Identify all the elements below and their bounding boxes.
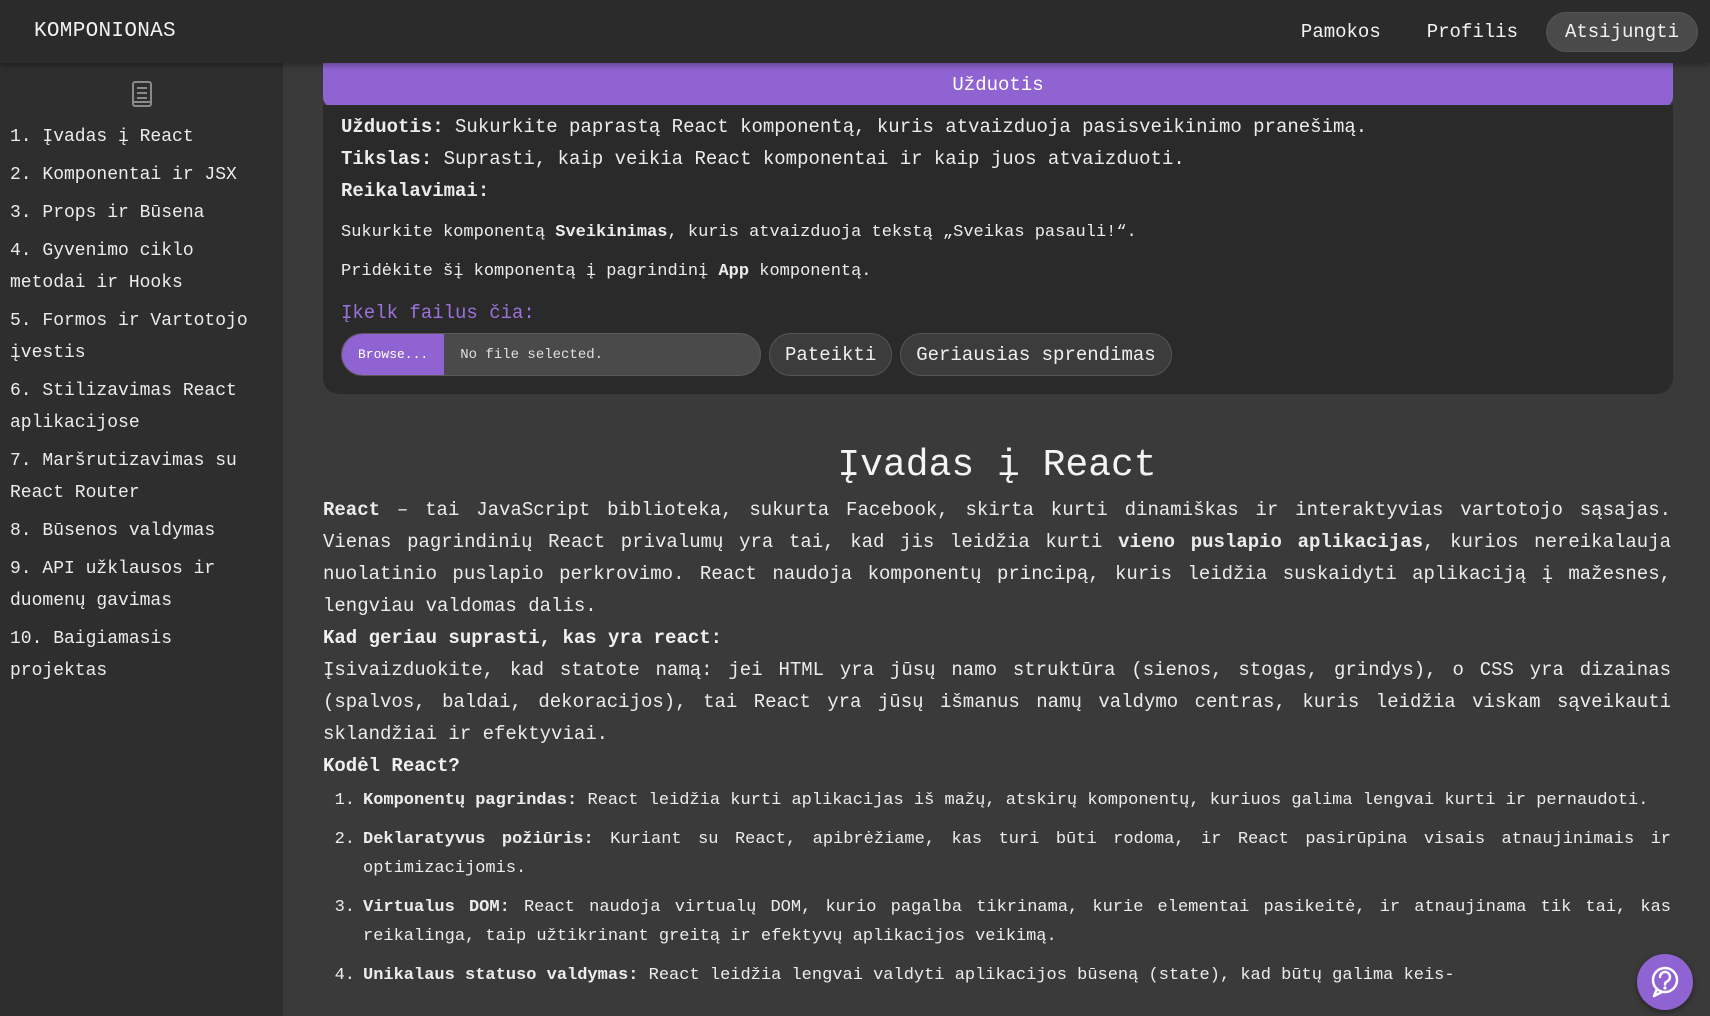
sidebar-item-lesson-9[interactable]: 9. API užklausos ir duomenų gavimas <box>10 553 273 617</box>
requirements-heading: Reikalavimai: <box>341 175 1655 207</box>
lesson-title: Įvadas į React <box>837 444 1157 487</box>
list-item-text: Deklaratyvus požiūris: Kuriant su React,… <box>363 825 1671 883</box>
sidebar-item-lesson-1[interactable]: 1. Įvadas į React <box>10 121 273 153</box>
goal-label: Tikslas: <box>341 148 433 170</box>
list-item-number: 3. <box>334 898 355 917</box>
submit-button[interactable]: Pateikti <box>769 333 893 376</box>
task-text: Sukurkite paprastą React komponentą, kur… <box>443 116 1368 138</box>
task-actions: Browse... No file selected. Pateikti Ger… <box>341 333 1655 376</box>
req1-text-c: , kuris atvaizduoja tekstą „Sveikas pasa… <box>667 223 1137 242</box>
sidebar-item-lesson-2[interactable]: 2. Komponentai ir JSX <box>10 159 273 191</box>
book-icon[interactable] <box>10 81 273 107</box>
logout-button[interactable]: Atsijungti <box>1545 11 1698 52</box>
sidebar-item-lesson-6[interactable]: 6. Stilizavimas React aplikacijose <box>10 375 273 439</box>
list-item-number: 1. <box>334 791 355 810</box>
requirement-1: Sukurkite komponentą Sveikinimas, kuris … <box>341 220 1655 246</box>
intro-bold-spa: vieno puslapio aplikacijas <box>1118 531 1424 553</box>
list-item: 2. Deklaratyvus požiūris: Kuriant su Rea… <box>323 825 1671 883</box>
requirements-label: Reikalavimai: <box>341 180 490 202</box>
list-item: 4. Unikalaus statuso valdymas: React lei… <box>323 961 1671 990</box>
list-item: 3. Virtualus DOM: React naudoja virtualų… <box>323 893 1671 951</box>
why-react-heading: Kodėl React? <box>323 755 460 777</box>
file-status: No file selected. <box>460 346 604 363</box>
main-content[interactable]: Užduotis Užduotis: Sukurkite paprastą Re… <box>283 63 1710 1016</box>
nav-lessons-link[interactable]: Pamokos <box>1283 13 1399 51</box>
sidebar-item-lesson-5[interactable]: 5. Formos ir Vartotojo įvestis <box>10 305 273 369</box>
req1-text-a: Sukurkite komponentą <box>341 223 556 242</box>
sidebar-item-lesson-4[interactable]: 4. Gyvenimo ciklo metodai ir Hooks <box>10 235 273 299</box>
list-item-title: Virtualus DOM: <box>363 898 510 917</box>
reasons-list: 1. Komponentų pagrindas: React leidžia k… <box>323 786 1671 990</box>
req1-component-name: Sveikinimas <box>555 223 668 242</box>
req2-text-a: Pridėkite šį komponentą į pagrindinį <box>341 262 719 281</box>
req2-component-name: App <box>718 262 750 281</box>
task-header[interactable]: Užduotis <box>323 63 1673 107</box>
help-button[interactable] <box>1637 954 1693 1010</box>
sidebar-item-lesson-10[interactable]: 10. Baigiamasis projektas <box>10 623 273 687</box>
requirement-2: Pridėkite šį komponentą į pagrindinį App… <box>341 259 1655 285</box>
list-item-body: React leidžia lengvai valdyti aplikacijo… <box>638 966 1455 985</box>
file-upload-input[interactable]: Browse... No file selected. <box>341 333 761 376</box>
lesson-sidebar: 1. Įvadas į React 2. Komponentai ir JSX … <box>0 63 283 1016</box>
list-item-title: Deklaratyvus požiūris: <box>363 830 594 849</box>
nav-profile-link[interactable]: Profilis <box>1409 13 1536 51</box>
lesson-intro: React – tai JavaScript biblioteka, sukur… <box>323 494 1671 622</box>
list-item-title: Komponentų pagrindas: <box>363 791 578 810</box>
task-goal: Tikslas: Suprasti, kaip veikia React kom… <box>341 143 1655 175</box>
task-panel: Užduotis: Sukurkite paprastą React kompo… <box>323 105 1673 394</box>
sidebar-item-lesson-7[interactable]: 7. Maršrutizavimas su React Router <box>10 445 273 509</box>
browse-button[interactable]: Browse... <box>342 334 445 375</box>
task-description: Užduotis: Sukurkite paprastą React kompo… <box>341 111 1655 143</box>
brand-logo[interactable]: KOMPONIONAS <box>34 20 176 43</box>
list-item-body: React leidžia kurti aplikacijas iš mažų,… <box>577 791 1649 810</box>
analogy-paragraph: Įsivaizduokite, kad statote namą: jei HT… <box>323 659 1671 745</box>
list-item-number: 4. <box>334 966 355 985</box>
list-item-body: React naudoja virtualų DOM, kurio pagalb… <box>363 898 1672 946</box>
goal-text: Suprasti, kaip veikia React komponentai … <box>432 148 1185 170</box>
list-item-text: Unikalaus statuso valdymas: React leidži… <box>363 961 1671 990</box>
sidebar-item-lesson-3[interactable]: 3. Props ir Būsena <box>10 197 273 229</box>
list-item-title: Unikalaus statuso valdymas: <box>363 966 639 985</box>
best-solution-button[interactable]: Geriausias sprendimas <box>900 333 1172 376</box>
upload-label: Įkelk failus čia: <box>341 302 535 324</box>
sidebar-item-lesson-8[interactable]: 8. Būsenos valdymas <box>10 515 273 547</box>
help-question-icon <box>1651 966 1679 998</box>
intro-bold-react: React <box>323 499 381 521</box>
list-item-text: Virtualus DOM: React naudoja virtualų DO… <box>363 893 1671 951</box>
list-item-text: Komponentų pagrindas: React leidžia kurt… <box>363 786 1671 815</box>
top-navbar: KOMPONIONAS Pamokos Profilis Atsijungti <box>0 0 1710 63</box>
req2-text-c: komponentą. <box>749 262 872 281</box>
task-label: Užduotis: <box>341 116 444 138</box>
nav-links: Pamokos Profilis Atsijungti <box>1283 11 1698 52</box>
list-item: 1. Komponentų pagrindas: React leidžia k… <box>323 786 1671 815</box>
list-item-number: 2. <box>334 830 355 849</box>
understand-heading: Kad geriau suprasti, kas yra react: <box>323 627 723 649</box>
